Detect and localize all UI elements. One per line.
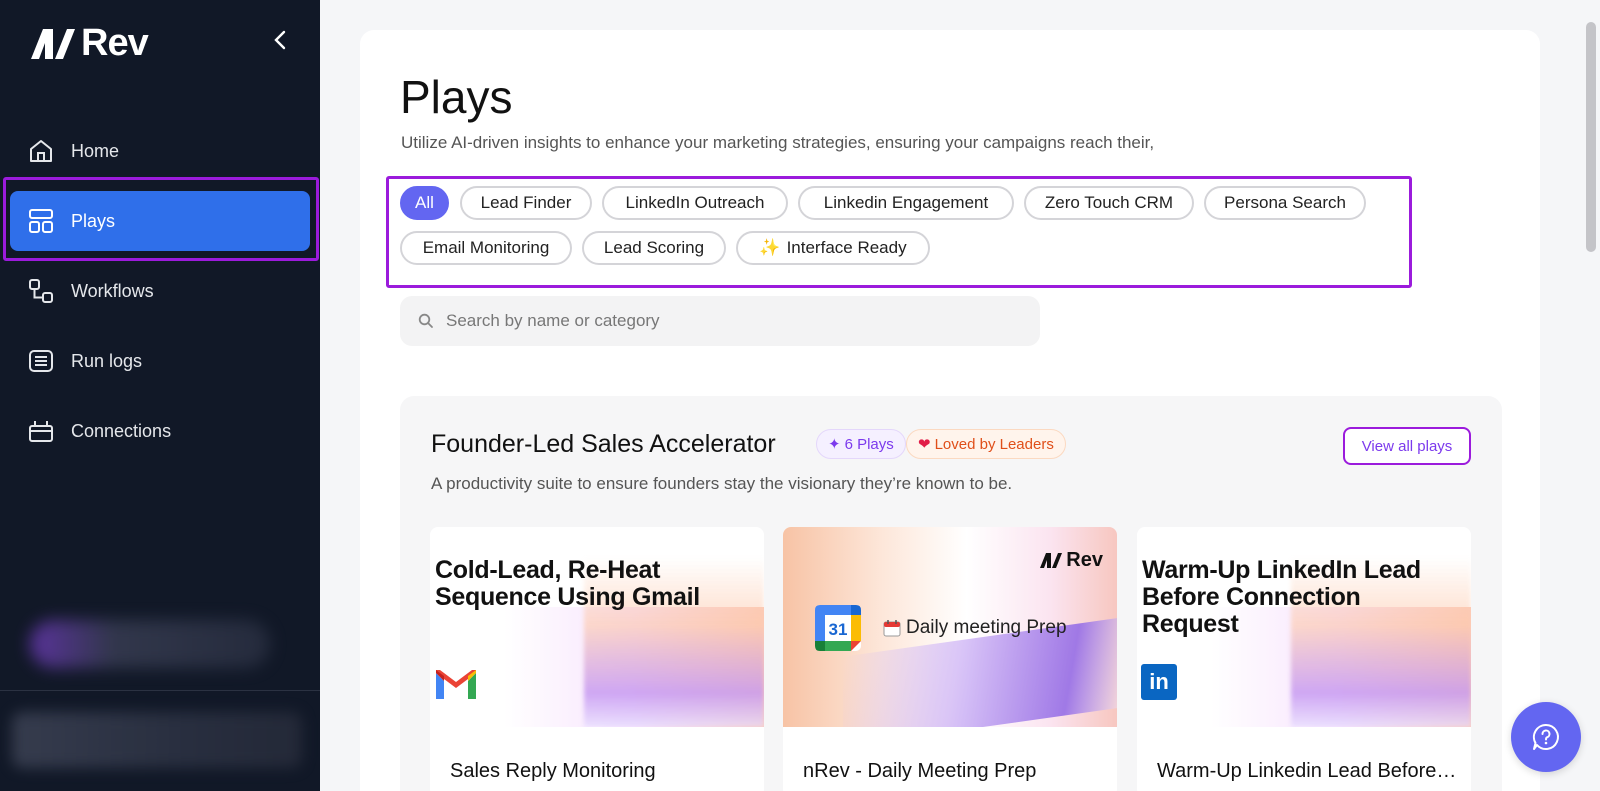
plays-count-badge: ✦ 6 Plays [816, 429, 906, 459]
filter-chip-interface-ready[interactable]: ✨ Interface Ready [736, 231, 930, 265]
sidebar-item-plays[interactable]: Plays [10, 191, 310, 251]
filter-chip-lead-finder[interactable]: Lead Finder [460, 186, 592, 220]
sidebar-item-connections[interactable]: Connections [10, 401, 310, 461]
gmail-icon [436, 670, 476, 699]
page-subtitle: Utilize AI-driven insights to enhance yo… [401, 133, 1155, 152]
sidebar-item-label: Home [71, 140, 120, 161]
play-card-sales-reply-monitoring[interactable]: Cold-Lead, Re-Heat Sequence Using Gmail … [430, 527, 764, 791]
loved-by-leaders-badge: ❤ Loved by Leaders [906, 429, 1066, 459]
filter-chip-linkedin-engagement[interactable]: Linkedin Engagement [798, 186, 1014, 220]
blurred-account[interactable] [12, 712, 302, 768]
collapse-sidebar-button[interactable] [268, 28, 292, 52]
card-thumbnail: Warm-Up LinkedIn Lead Before Connection … [1137, 527, 1471, 727]
blurred-workspace[interactable] [30, 620, 270, 668]
nrev-logo-icon [31, 28, 75, 59]
sidebar-item-workflows[interactable]: Workflows [10, 261, 310, 321]
logo-text: Rev [81, 22, 149, 64]
sidebar-divider [0, 690, 320, 691]
sidebar-item-label: Connections [71, 420, 172, 441]
card-thumbnail: Cold-Lead, Re-Heat Sequence Using Gmail [430, 527, 764, 727]
sidebar-item-label: Plays [71, 210, 116, 231]
play-card-warm-up-linkedin-lead[interactable]: Warm-Up LinkedIn Lead Before Connection … [1137, 527, 1471, 791]
calendar-day: 31 [829, 620, 848, 639]
card-title: nRev - Daily Meeting Prep [803, 760, 1037, 782]
thumbnail-title: Cold-Lead, Re-Heat Sequence Using Gmail [435, 556, 700, 611]
thumbnail-title: Daily meeting Prep [883, 617, 1067, 639]
section-title: Founder-Led Sales Accelerator [431, 430, 776, 458]
sidebar-item-label: Workflows [71, 280, 154, 301]
filter-chip-zero-touch-crm[interactable]: Zero Touch CRM [1024, 186, 1194, 220]
filter-chip-lead-scoring[interactable]: Lead Scoring [582, 231, 726, 265]
search-bar[interactable] [400, 296, 1040, 346]
app-logo[interactable]: Rev [29, 22, 149, 65]
nrev-logo-icon [1040, 553, 1063, 568]
thumbnail-title: Warm-Up LinkedIn Lead Before Connection … [1142, 556, 1421, 638]
plug-icon [27, 417, 55, 445]
heart-icon: ❤ [918, 436, 931, 453]
google-calendar-icon: 31 [815, 605, 861, 651]
linkedin-icon: in [1141, 664, 1177, 700]
home-icon [27, 137, 55, 165]
help-chat-button[interactable] [1511, 702, 1581, 772]
section-description: A productivity suite to ensure founders … [431, 474, 1013, 493]
sparkle-icon: ✦ [828, 436, 841, 453]
workflow-icon [27, 277, 55, 305]
sidebar-item-home[interactable]: Home [10, 121, 310, 181]
nrev-logo: Rev [1039, 549, 1103, 572]
page-title: Plays [400, 71, 513, 123]
sidebar-item-run-logs[interactable]: Run logs [10, 331, 310, 391]
help-bubble-icon [1532, 723, 1559, 750]
play-card-daily-meeting-prep[interactable]: Rev 31 Daily meeting Prep nRev - Daily M… [783, 527, 1117, 791]
filter-chip-email-monitoring[interactable]: Email Monitoring [400, 231, 572, 265]
search-input[interactable] [446, 311, 1006, 331]
sidebar-item-label: Run logs [71, 350, 143, 371]
archive-icon [27, 347, 55, 375]
chevron-left-icon [274, 30, 286, 50]
sparkle-icon: ✨ [759, 238, 781, 257]
view-all-plays-button[interactable]: View all plays [1343, 427, 1471, 465]
scrollbar[interactable] [1586, 22, 1596, 252]
filter-chip-all[interactable]: All [400, 186, 449, 220]
filter-chip-linkedin-outreach[interactable]: LinkedIn Outreach [602, 186, 788, 220]
layout-grid-icon [27, 207, 55, 235]
card-title: Sales Reply Monitoring [450, 760, 656, 782]
filter-chip-persona-search[interactable]: Persona Search [1204, 186, 1366, 220]
search-icon [418, 313, 433, 328]
card-thumbnail: Rev 31 Daily meeting Prep [783, 527, 1117, 727]
sidebar: Rev Home Plays Workflows Run logs Connec… [0, 0, 320, 791]
calendar-emoji-icon [883, 620, 901, 637]
card-title: Warm-Up Linkedin Lead Before Connection … [1157, 760, 1457, 782]
